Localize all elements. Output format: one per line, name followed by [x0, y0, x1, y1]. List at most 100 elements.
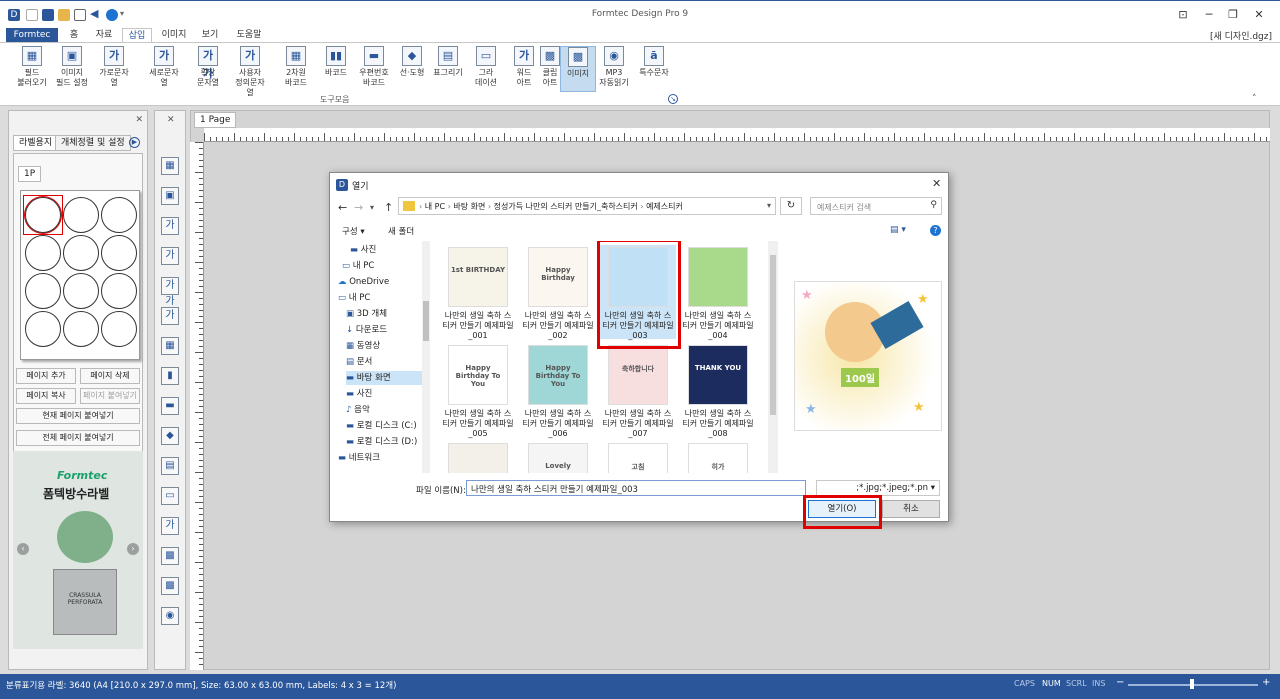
dialog-close-icon[interactable]: ✕	[932, 177, 941, 190]
image-icon[interactable]: ▩	[161, 577, 179, 595]
address-bar[interactable]: › 내 PC › 바탕 화면 › 정성가득 나만의 스티커 만들기_축하스티커 …	[398, 197, 776, 215]
page-tab[interactable]: 1 Page	[194, 112, 237, 128]
breadcrumb-item[interactable]: 내 PC	[425, 202, 445, 211]
label-cell[interactable]	[63, 197, 99, 233]
nav-item[interactable]: ▬ 네트워크	[338, 451, 422, 465]
add-page-button[interactable]: 페이지 추가	[16, 368, 76, 384]
extended-text-icon[interactable]: 가가	[161, 277, 179, 307]
file-item[interactable]	[440, 441, 516, 473]
label-paper-thumbnail[interactable]	[20, 190, 140, 360]
file-item[interactable]: Happy Birthday 나만의 생일 축하 스티커 만들기 예제파일_002	[520, 245, 596, 340]
tab-label-paper[interactable]: 라벨용지	[13, 135, 59, 151]
file-item[interactable]: 나만의 생일 축하 스티커 만들기 예제파일_004	[680, 245, 756, 340]
restore-button[interactable]: ❐	[1222, 7, 1244, 23]
ad-next-icon[interactable]: ›	[127, 543, 139, 555]
search-input[interactable]: 예제스티커 검색 ⚲	[810, 197, 942, 215]
new-folder-button[interactable]: 새 폴더	[388, 225, 414, 237]
label-cell[interactable]	[63, 235, 99, 271]
clip-art-icon[interactable]: ▩	[161, 547, 179, 565]
menu-image[interactable]: 이미지	[156, 28, 192, 42]
paste-current-page-button[interactable]: 현재 페이지 붙여넣기	[16, 408, 140, 424]
nav-item[interactable]: ▬ 바탕 화면	[346, 371, 422, 385]
collapse-ribbon-icon[interactable]: ˄	[1252, 94, 1257, 104]
nav-item[interactable]: ▭ 내 PC	[338, 291, 422, 305]
vertical-text-icon[interactable]: 가	[161, 247, 179, 265]
menu-help[interactable]: 도움말	[228, 28, 270, 42]
menu-home[interactable]: 홈	[62, 28, 86, 42]
breadcrumb-item[interactable]: 예제스티커	[646, 202, 683, 211]
ribbon-button[interactable]: ā 특수문자	[636, 46, 672, 78]
breadcrumb-item[interactable]: 바탕 화면	[453, 202, 485, 211]
ribbon-button[interactable]: ◉ MP3 자동읽기	[596, 46, 632, 88]
nav-item[interactable]: ♪ 음악	[346, 403, 422, 417]
menu-insert[interactable]: 삽입	[122, 28, 152, 42]
custom-text-icon[interactable]: 가	[161, 307, 179, 325]
label-cell[interactable]	[25, 273, 61, 309]
close-button[interactable]: ✕	[1248, 7, 1270, 23]
ribbon-button[interactable]: ▦ 필드 불러오기	[14, 46, 50, 88]
zoom-slider-thumb[interactable]	[1190, 679, 1194, 689]
field-load-icon[interactable]: ▦	[161, 157, 179, 175]
ribbon-button[interactable]: ▣ 이미지 필드 설정	[54, 46, 90, 88]
nav-scrollbar[interactable]	[422, 241, 430, 473]
ribbon-button[interactable]: 가 세로문자열	[146, 46, 182, 88]
file-item[interactable]: 1st BIRTHDAY 나만의 생일 축하 스티커 만들기 예제파일_001	[440, 245, 516, 340]
nav-item[interactable]: ↓ 다운로드	[346, 323, 422, 337]
help-icon[interactable]: ?	[930, 225, 941, 236]
word-art-icon[interactable]: 가	[161, 517, 179, 535]
horizontal-text-icon[interactable]: 가	[161, 217, 179, 235]
ribbon-button[interactable]: ▬ 우편번호 바코드	[356, 46, 392, 88]
qr-code-icon[interactable]: ▦	[161, 337, 179, 355]
tab-object-align[interactable]: 개체정렬 및 설정	[55, 135, 131, 151]
zoom-out-icon[interactable]: −	[1116, 677, 1124, 688]
label-cell[interactable]	[101, 311, 137, 347]
file-item[interactable]: Happy Birthday To You 나만의 생일 축하 스티커 만들기 예…	[440, 343, 516, 438]
cancel-button[interactable]: 취소	[882, 500, 940, 518]
refresh-icon[interactable]: ↻	[780, 197, 802, 215]
nav-item[interactable]: ▬ 사진	[346, 387, 422, 401]
zoom-in-icon[interactable]: +	[1262, 677, 1270, 688]
page-tab-1p[interactable]: 1P	[18, 166, 42, 182]
file-item[interactable]: THANK YOU 나만의 생일 축하 스티커 만들기 예제파일_008	[680, 343, 756, 438]
delete-page-button[interactable]: 페이지 삭제	[80, 368, 140, 384]
nav-item[interactable]: ▭ 내 PC	[342, 259, 422, 273]
open-button[interactable]: 열기(O)	[808, 500, 876, 518]
label-cell[interactable]	[101, 273, 137, 309]
image-field-icon[interactable]: ▣	[161, 187, 179, 205]
ribbon-button[interactable]: 가 사용자 정의문자열	[232, 46, 268, 98]
menu-formtec[interactable]: Formtec	[6, 28, 58, 42]
file-item[interactable]: Happy Birthday To You 나만의 생일 축하 스티커 만들기 예…	[520, 343, 596, 438]
label-cell[interactable]	[63, 273, 99, 309]
nav-item[interactable]: ▬ 로컬 디스크 (C:)	[346, 419, 422, 433]
minimize-button[interactable]: ─	[1198, 7, 1220, 23]
file-item[interactable]: 축하합니다 나만의 생일 축하 스티커 만들기 예제파일_007	[600, 343, 676, 438]
barcode-icon[interactable]: ▮	[161, 367, 179, 385]
close-panel-icon[interactable]: ✕	[135, 115, 143, 125]
ribbon-button[interactable]: ▭ 그라 데이션	[468, 46, 504, 88]
nav-item[interactable]: ▬ 사진	[350, 243, 422, 257]
file-item[interactable]: Lovely	[520, 441, 596, 473]
nav-item[interactable]: ▣ 3D 개체	[346, 307, 422, 321]
file-scrollbar[interactable]	[768, 241, 778, 473]
nav-item[interactable]: ▬ 로컬 디스크 (D:)	[346, 435, 422, 449]
file-item[interactable]: 히가	[680, 441, 756, 473]
gradient-icon[interactable]: ▭	[161, 487, 179, 505]
file-item[interactable]: 고침	[600, 441, 676, 473]
ribbon-button[interactable]: ▮▮ 바코드	[318, 46, 354, 78]
ad-banner[interactable]: Formtec 폼텍방수라벨 CRASSULA PERFORATA ‹ ›	[13, 451, 143, 649]
label-cell[interactable]	[63, 311, 99, 347]
table-icon[interactable]: ▤	[161, 457, 179, 475]
breadcrumb-item[interactable]: 정성가득 나만의 스티커 만들기_축하스티커	[494, 202, 638, 211]
file-scroll-thumb[interactable]	[770, 255, 776, 415]
shape-icon[interactable]: ◆	[161, 427, 179, 445]
paste-page-button[interactable]: 페이지 붙여넣기	[80, 388, 140, 404]
nav-scroll-thumb[interactable]	[423, 301, 429, 341]
ribbon-button[interactable]: ▦ 2차원 바코드	[278, 46, 314, 88]
forward-arrow-icon[interactable]: →	[354, 201, 363, 214]
nav-item[interactable]: ▤ 문서	[346, 355, 422, 369]
up-arrow-icon[interactable]: ↑	[384, 201, 393, 214]
ribbon-button[interactable]: ▤ 표그리기	[430, 46, 466, 78]
ribbon-button[interactable]: ◆ 선·도형	[394, 46, 430, 78]
ribbon-button[interactable]: 가 가로문자열	[96, 46, 132, 88]
label-cell[interactable]	[101, 235, 137, 271]
